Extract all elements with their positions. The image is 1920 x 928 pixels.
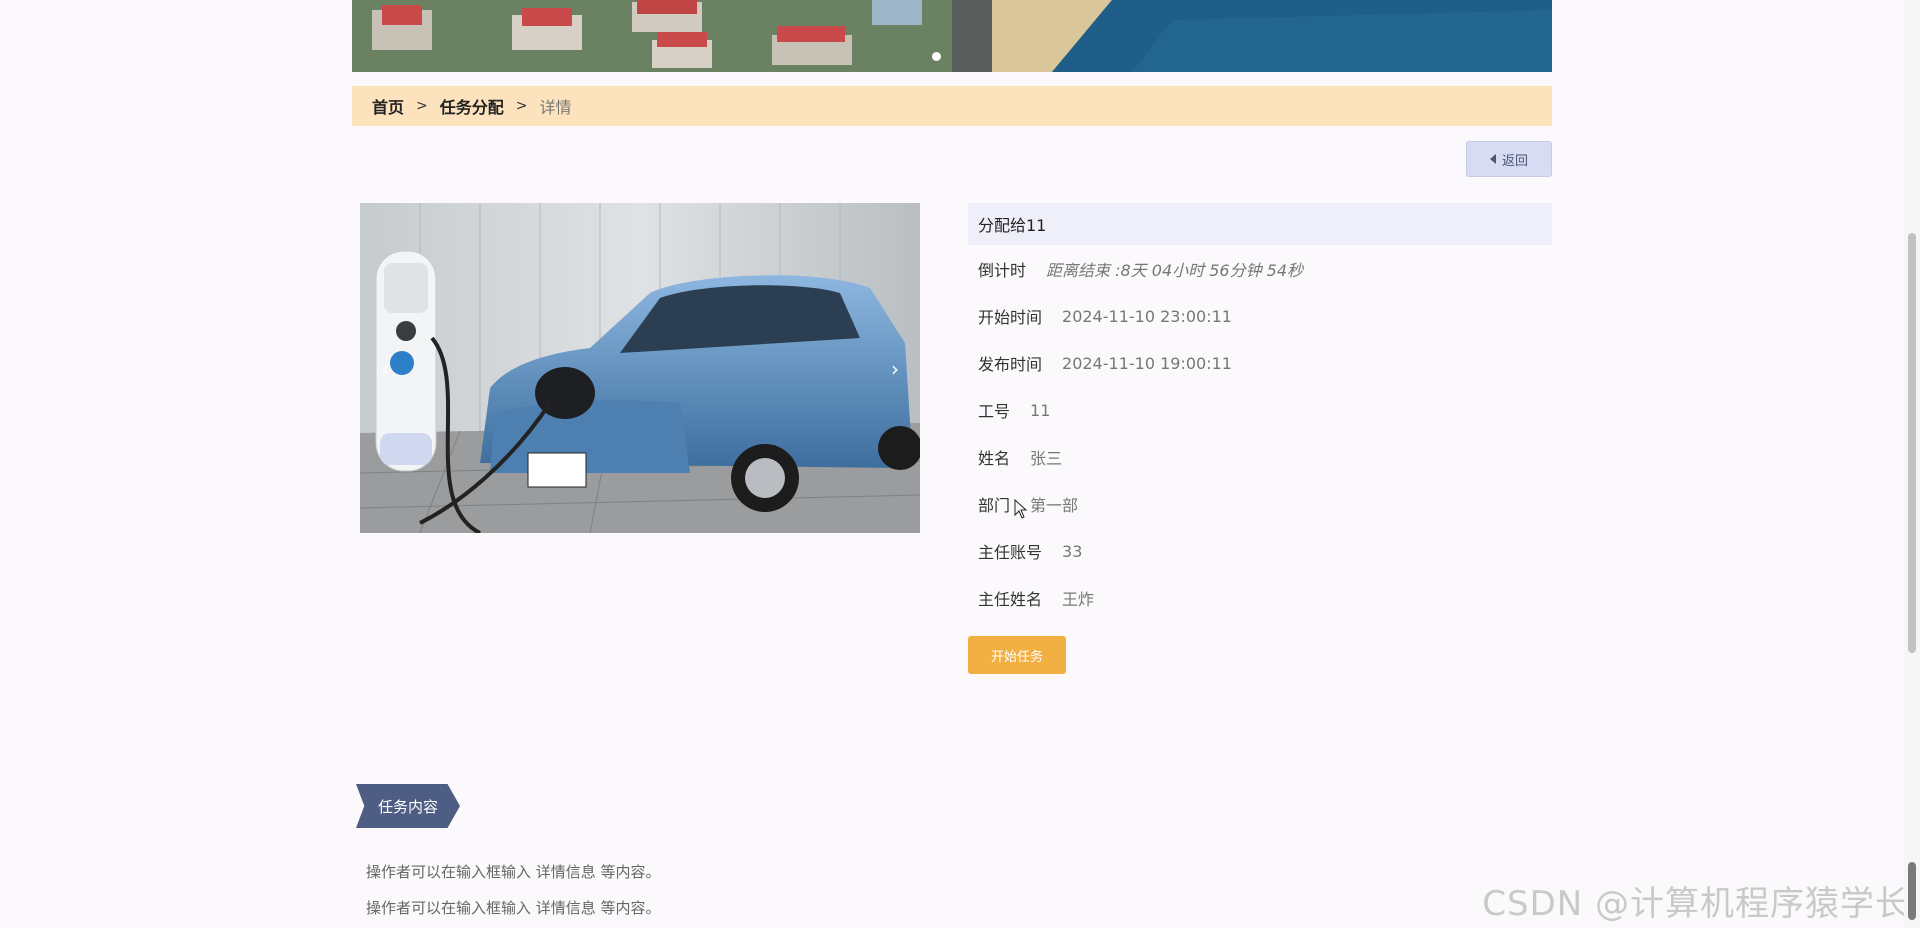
breadcrumb-current: 详情 xyxy=(539,98,572,117)
caret-left-icon xyxy=(1489,154,1496,164)
publish-time-label: 发布时间 xyxy=(978,355,1043,374)
employee-id-value: 11 xyxy=(1030,400,1051,420)
name-label: 姓名 xyxy=(978,449,1011,468)
department-label: 部门 xyxy=(978,496,1011,515)
breadcrumb: 首页 > 任务分配 > 详情 xyxy=(352,86,1552,126)
countdown-label: 倒计时 xyxy=(978,261,1027,280)
director-name-value: 王炸 xyxy=(1062,590,1095,609)
mouse-cursor-icon xyxy=(1014,499,1028,519)
start-time-value: 2024-11-10 23:00:11 xyxy=(1062,306,1232,326)
director-account-label: 主任账号 xyxy=(978,543,1043,562)
image-carousel[interactable]: ‹ › xyxy=(360,203,920,533)
start-time-row: 开始时间 2024-11-10 23:00:11 xyxy=(978,304,1232,328)
start-time-label: 开始时间 xyxy=(978,308,1043,327)
watermark-text: CSDN @计算机程序猿学长 xyxy=(1482,884,1910,924)
start-task-button[interactable]: 开始任务 xyxy=(968,636,1066,674)
vertical-scrollbar[interactable] xyxy=(1904,0,1920,928)
name-value: 张三 xyxy=(1030,449,1063,468)
employee-id-label: 工号 xyxy=(978,402,1011,421)
director-name-row: 主任姓名 王炸 xyxy=(978,586,1094,610)
scrollbar-thumb-secondary[interactable] xyxy=(1908,862,1916,920)
section-title-task-content: 任务内容 xyxy=(356,784,460,828)
back-button-label: 返回 xyxy=(1501,153,1528,169)
director-account-value: 33 xyxy=(1062,541,1083,561)
back-button[interactable]: 返回 xyxy=(1466,141,1552,177)
banner-image xyxy=(352,0,1552,72)
countdown-row: 倒计时 距离结束 :8天 04小时 56分钟 54秒 xyxy=(978,257,1303,281)
scrollbar-thumb[interactable] xyxy=(1908,233,1916,653)
carousel-next-arrow[interactable]: › xyxy=(884,358,906,380)
director-name-label: 主任姓名 xyxy=(978,590,1043,609)
breadcrumb-home[interactable]: 首页 xyxy=(372,94,404,118)
department-value: 第一部 xyxy=(1030,496,1079,515)
breadcrumb-task-assignment[interactable]: 任务分配 xyxy=(440,94,504,118)
director-account-row: 主任账号 33 xyxy=(978,539,1082,563)
breadcrumb-separator: > xyxy=(416,98,428,114)
carousel-prev-arrow[interactable]: ‹ xyxy=(374,358,396,380)
publish-time-value: 2024-11-10 19:00:11 xyxy=(1062,353,1232,373)
countdown-value: 距离结束 :8天 04小时 56分钟 54秒 xyxy=(1046,261,1304,280)
department-row: 部门 第一部 xyxy=(978,492,1078,516)
content-line: 操作者可以在输入框输入 详情信息 等内容。 xyxy=(366,863,661,881)
content-line: 操作者可以在输入框输入 详情信息 等内容。 xyxy=(366,899,661,917)
publish-time-row: 发布时间 2024-11-10 19:00:11 xyxy=(978,351,1232,375)
employee-id-row: 工号 11 xyxy=(978,398,1050,422)
car-charging-image xyxy=(360,203,920,533)
name-row: 姓名 张三 xyxy=(978,445,1062,469)
banner-scene xyxy=(352,0,1552,72)
carousel-indicator-dot[interactable] xyxy=(932,52,941,61)
detail-title: 分配给11 xyxy=(968,203,1552,245)
breadcrumb-separator: > xyxy=(515,98,528,114)
